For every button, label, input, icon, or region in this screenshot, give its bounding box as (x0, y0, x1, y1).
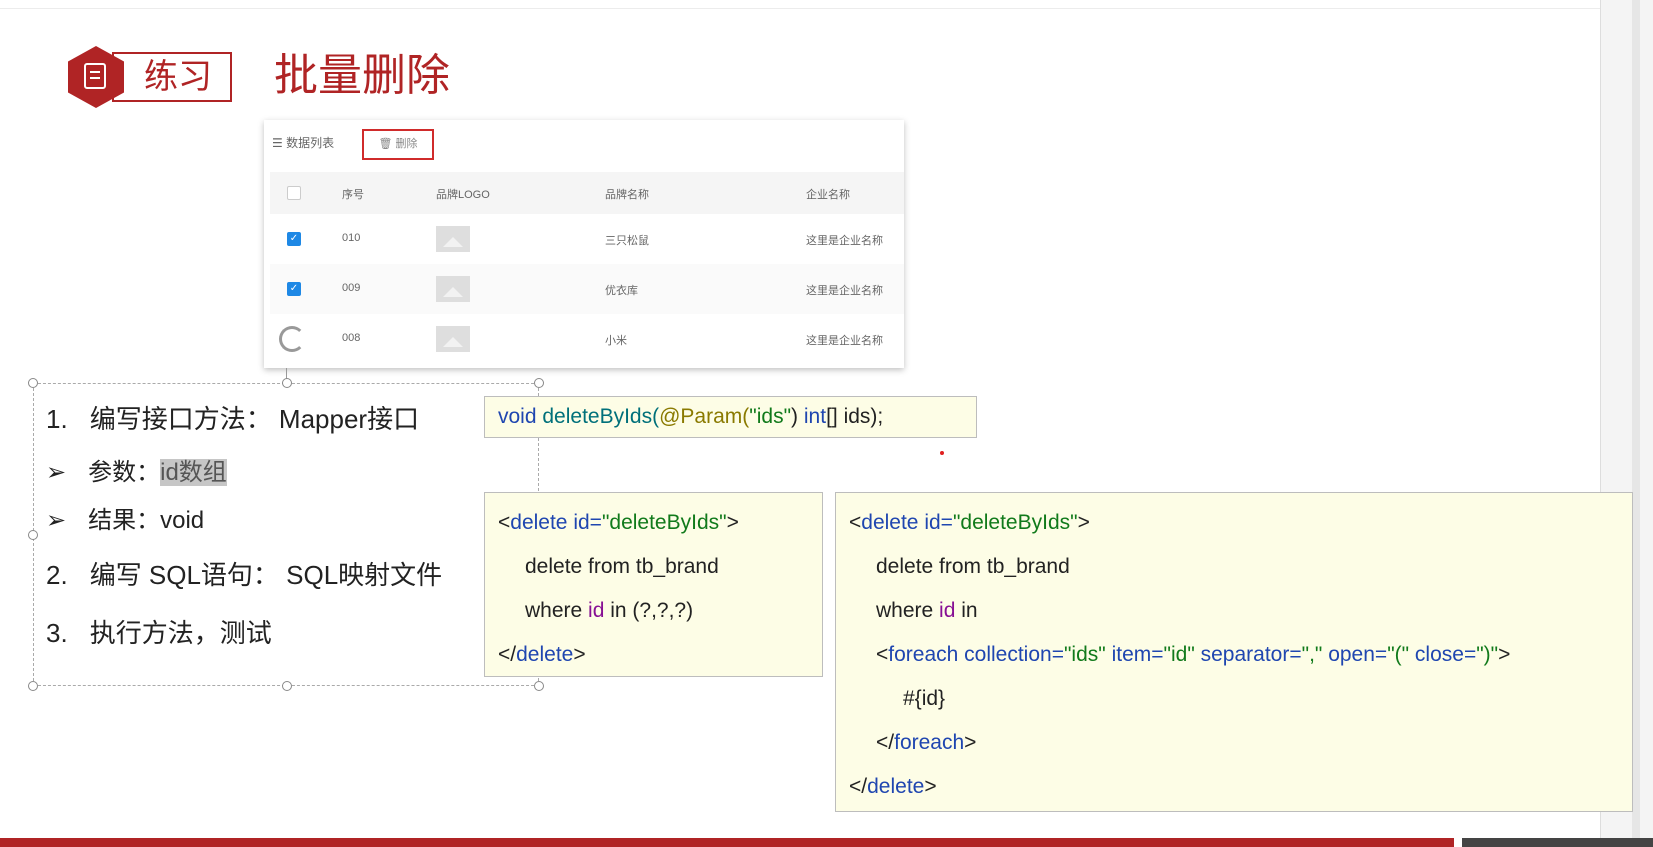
resize-handle[interactable] (534, 378, 544, 388)
interface-code-line: void deleteByIds(@Param("ids") int[] ids… (498, 405, 884, 428)
code-line: where id in (876, 599, 978, 622)
logo-image-icon (436, 326, 470, 352)
table-row[interactable]: ✓ 009 优衣库 这里是企业名称 (270, 264, 904, 314)
code-line: </delete> (498, 643, 586, 666)
resize-handle[interactable] (534, 681, 544, 691)
data-table-card: ☰ 数据列表 🗑 删除 序号 品牌LOGO 品牌名称 企业名称 ✓ 010 三只… (264, 120, 904, 368)
highlighted-text[interactable]: id数组 (160, 459, 227, 486)
resize-handle[interactable] (28, 681, 38, 691)
rotate-handle-icon[interactable] (279, 326, 305, 352)
resize-handle[interactable] (282, 681, 292, 691)
step-1: 1. 编写接口方法： Mapper接口 (46, 404, 420, 434)
row-company: 这里是企业名称 (806, 285, 883, 297)
resize-handle[interactable] (28, 378, 38, 388)
column-header: 序号 (342, 189, 364, 201)
row-company: 这里是企业名称 (806, 235, 883, 247)
laser-pointer-dot (940, 451, 944, 455)
resize-handle[interactable] (28, 530, 38, 540)
row-company: 这里是企业名称 (806, 335, 883, 347)
resize-handle[interactable] (282, 378, 292, 388)
interface-code-box: void deleteByIds(@Param("ids") int[] ids… (484, 396, 977, 438)
step-2: 2. 编写 SQL语句： SQL映射文件 (46, 560, 443, 590)
footer-bar-dark (1462, 838, 1653, 847)
row-brand: 优衣库 (605, 285, 638, 297)
footer-bar (0, 838, 1454, 847)
code-line: </delete> (849, 775, 937, 798)
exercise-badge: 练习 (112, 52, 232, 102)
list-icon: ☰ (272, 136, 287, 150)
logo-image-icon (436, 226, 470, 252)
row-id: 009 (342, 282, 361, 294)
logo-image-icon (436, 276, 470, 302)
code-line: where id in (?,?,?) (525, 599, 694, 622)
code-line: <delete id="deleteByIds"> (498, 511, 739, 534)
table-header: 序号 品牌LOGO 品牌名称 企业名称 (270, 172, 904, 214)
code-line: <foreach collection="ids" item="id" sepa… (876, 643, 1511, 666)
bullet-result: ➢ 结果：void (46, 507, 205, 534)
row-checkbox[interactable]: ✓ (287, 232, 301, 246)
code-line: delete from tb_brand (876, 555, 1070, 578)
select-all-checkbox[interactable] (287, 186, 301, 200)
code-line: delete from tb_brand (525, 555, 719, 578)
exercise-badge-label: 练习 (144, 58, 212, 96)
row-id: 008 (342, 332, 361, 344)
code-line: <delete id="deleteByIds"> (849, 511, 1090, 534)
sql-code-box-foreach: <delete id="deleteByIds"> delete from tb… (835, 492, 1633, 812)
document-icon (84, 63, 106, 89)
bullet-params: ➢ 参数：id数组 (46, 459, 227, 486)
scrollbar[interactable] (1632, 0, 1640, 847)
code-line: </foreach> (876, 731, 977, 754)
arrow-bullet-icon: ➢ (46, 507, 67, 534)
arrow-bullet-icon: ➢ (46, 459, 67, 486)
sql-code-box-simple: <delete id="deleteByIds"> delete from tb… (484, 492, 823, 677)
row-brand: 三只松鼠 (605, 235, 649, 247)
column-header: 品牌名称 (605, 189, 649, 201)
code-line: #{id} (903, 687, 946, 710)
step-3: 3. 执行方法，测试 (46, 618, 272, 648)
delete-button[interactable]: 🗑 删除 (362, 129, 434, 160)
row-checkbox[interactable]: ✓ (287, 282, 301, 296)
slide-title: 批量删除 (274, 51, 450, 100)
top-divider (0, 8, 1600, 9)
row-brand: 小米 (605, 335, 627, 347)
table-row[interactable]: 008 小米 这里是企业名称 (270, 314, 904, 364)
trash-icon: 🗑 (378, 138, 396, 150)
table-row[interactable]: ✓ 010 三只松鼠 这里是企业名称 (270, 214, 904, 264)
column-header: 企业名称 (806, 189, 850, 201)
column-header: 品牌LOGO (436, 189, 490, 201)
data-list-header: ☰ 数据列表 (272, 136, 335, 150)
row-id: 010 (342, 232, 361, 244)
